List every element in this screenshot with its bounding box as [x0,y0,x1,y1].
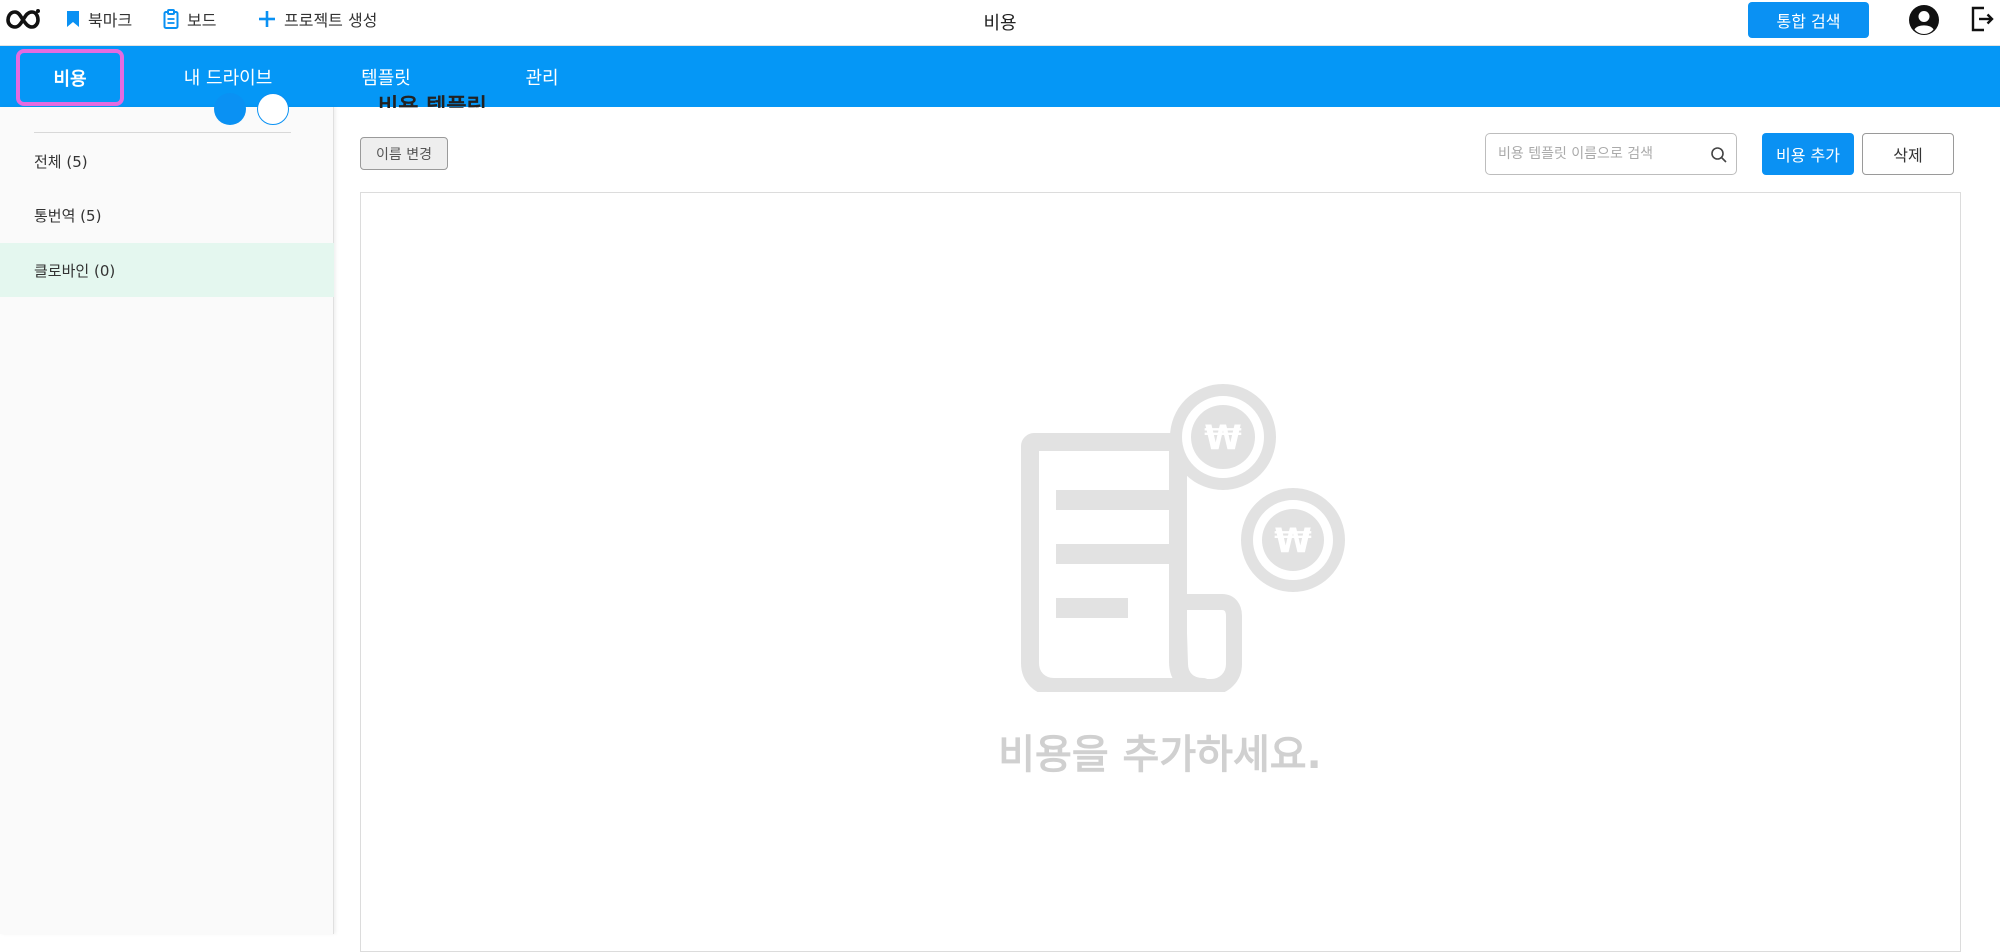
empty-cost-illustration: ₩ ₩ [1021,384,1345,692]
tab-cost[interactable]: 비용 [16,49,124,106]
sidebar: 전체 (5) 통번역 (5) 클로바인 (0) [0,93,334,934]
create-project-link[interactable]: 프로젝트 생성 [258,6,377,32]
board-icon [163,9,179,29]
bookmark-label: 북마크 [88,11,133,30]
add-category-button[interactable] [214,93,246,125]
add-cost-button[interactable]: 비용 추가 [1762,133,1854,175]
top-bar: 북마크 보드 프로젝트 생성 비용 통합 검색 [0,0,2000,46]
svg-text:₩: ₩ [1204,418,1242,458]
svg-text:₩: ₩ [1274,521,1312,561]
delete-button[interactable]: 삭제 [1862,133,1954,175]
search-all-button[interactable]: 통합 검색 [1748,2,1869,38]
search-icon[interactable] [1710,146,1728,164]
sidebar-item-translation[interactable]: 통번역 (5) [0,188,334,242]
template-search-box[interactable] [1485,133,1737,175]
user-avatar-icon[interactable] [1908,4,1940,36]
create-project-label: 프로젝트 생성 [284,11,378,30]
tab-manage[interactable]: 관리 [512,46,572,107]
board-link[interactable]: 보드 [163,6,216,32]
bookmark-link[interactable]: 북마크 [66,6,132,32]
sidebar-header [34,107,291,133]
main-nav: 비용 내 드라이브 템플릿 관리 [0,46,2000,107]
board-label: 보드 [187,11,217,30]
sidebar-item-all[interactable]: 전체 (5) [0,134,334,188]
section-title: 비용 템플릿 [378,95,487,108]
logout-icon[interactable] [1970,6,1994,32]
empty-message: 비용을 추가하세요. [998,732,1322,778]
logo-icon[interactable] [6,8,40,30]
sidebar-item-clovain[interactable]: 클로바인 (0) [0,243,334,297]
plus-icon [259,11,275,27]
template-search-input[interactable] [1498,134,1698,174]
delete-category-button[interactable] [257,93,289,125]
rename-button[interactable]: 이름 변경 [360,137,448,170]
bookmark-icon [67,11,79,27]
